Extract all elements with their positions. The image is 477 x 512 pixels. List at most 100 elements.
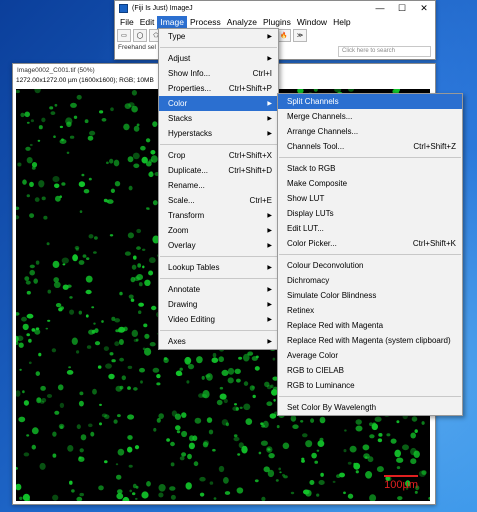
cell-nucleus	[133, 387, 138, 391]
cell-nucleus	[255, 355, 259, 359]
menu-item-colour-deconvolution[interactable]: Colour Deconvolution	[278, 258, 462, 273]
cell-nucleus	[101, 320, 104, 323]
menu-item-duplicate[interactable]: Duplicate... Ctrl+Shift+D	[159, 163, 278, 178]
cell-nucleus	[318, 480, 325, 485]
menu-item-video-editing[interactable]: Video Editing ▶	[159, 312, 278, 327]
search-input[interactable]: Click here to search	[338, 46, 431, 57]
tool-button-11[interactable]: ≫	[293, 29, 307, 42]
menu-item-split-channels[interactable]: Split Channels	[278, 94, 462, 109]
menu-item-make-composite[interactable]: Make Composite	[278, 176, 462, 191]
menu-help[interactable]: Help	[330, 16, 353, 29]
cell-nucleus	[68, 366, 71, 369]
menu-item-set-color-by-wavelength[interactable]: Set Color By Wavelength	[278, 400, 462, 415]
tool-button-1[interactable]: ◯	[133, 29, 147, 42]
cell-nucleus	[347, 493, 354, 499]
minimize-button[interactable]: —	[369, 1, 391, 16]
cell-nucleus	[16, 89, 20, 94]
cell-nucleus	[245, 418, 253, 425]
tool-button-0[interactable]: ▭	[117, 29, 131, 42]
main-titlebar[interactable]: (Fiji Is Just) ImageJ — ☐ ✕	[115, 1, 435, 16]
cell-nucleus	[133, 163, 140, 169]
menu-item-simulate-color-blindness[interactable]: Simulate Color Blindness	[278, 288, 462, 303]
menu-item-hyperstacks[interactable]: Hyperstacks ▶	[159, 126, 278, 141]
menu-item-label: Show Info...	[168, 69, 211, 78]
menu-file[interactable]: File	[117, 16, 137, 29]
menu-item-crop[interactable]: Crop Ctrl+Shift+X	[159, 148, 278, 163]
cell-nucleus	[394, 449, 402, 458]
cell-nucleus	[72, 254, 78, 262]
menu-item-rgb-to-cielab[interactable]: RGB to CIELAB	[278, 363, 462, 378]
menu-item-replace-red-with-magenta[interactable]: Replace Red with Magenta	[278, 318, 462, 333]
cell-nucleus	[156, 418, 161, 423]
image-window-title: Image0002_C001.tif (50%)	[17, 67, 95, 74]
menu-item-show-info[interactable]: Show Info... Ctrl+I	[159, 66, 278, 81]
cell-nucleus	[311, 452, 317, 459]
cell-nucleus	[31, 444, 36, 450]
menu-item-stack-to-rgb[interactable]: Stack to RGB	[278, 161, 462, 176]
cell-nucleus	[143, 323, 148, 328]
menu-item-replace-red-with-magenta-system-clipboard[interactable]: Replace Red with Magenta (system clipboa…	[278, 333, 462, 348]
cell-nucleus	[54, 103, 58, 107]
cell-nucleus	[105, 363, 112, 369]
cell-nucleus	[362, 444, 370, 451]
menu-item-average-color[interactable]: Average Color	[278, 348, 462, 363]
menu-item-type[interactable]: Type ▶	[159, 29, 278, 44]
menu-item-color-picker[interactable]: Color Picker... Ctrl+Shift+K	[278, 236, 462, 251]
menu-item-transform[interactable]: Transform ▶	[159, 208, 278, 223]
menu-item-dichromacy[interactable]: Dichromacy	[278, 273, 462, 288]
cell-nucleus	[205, 374, 211, 378]
menu-item-stacks[interactable]: Stacks ▶	[159, 111, 278, 126]
menu-item-rename[interactable]: Rename...	[159, 178, 278, 193]
menu-item-arrange-channels[interactable]: Arrange Channels...	[278, 124, 462, 139]
menu-item-label: Retinex	[287, 306, 315, 315]
menu-window[interactable]: Window	[294, 16, 330, 29]
submenu-arrow-icon: ▶	[267, 302, 272, 308]
menu-item-display-luts[interactable]: Display LUTs	[278, 206, 462, 221]
menu-item-label: Color Picker...	[287, 239, 337, 248]
menu-item-axes[interactable]: Axes ▶	[159, 334, 278, 349]
menu-item-drawing[interactable]: Drawing ▶	[159, 297, 278, 312]
close-button[interactable]: ✕	[413, 1, 435, 16]
cell-nucleus	[213, 497, 217, 500]
menu-item-retinex[interactable]: Retinex	[278, 303, 462, 318]
menu-item-color[interactable]: Color ▶	[159, 96, 278, 111]
menu-item-annotate[interactable]: Annotate ▶	[159, 282, 278, 297]
menu-item-rgb-to-luminance[interactable]: RGB to Luminance	[278, 378, 462, 393]
cell-nucleus	[104, 460, 108, 464]
menu-item-adjust[interactable]: Adjust ▶	[159, 51, 278, 66]
cell-nucleus	[136, 246, 141, 250]
cell-nucleus	[54, 410, 60, 415]
cell-nucleus	[209, 481, 214, 485]
cell-nucleus	[46, 394, 53, 398]
tool-button-10[interactable]: 🔥	[277, 29, 291, 42]
menu-item-properties[interactable]: Properties... Ctrl+Shift+P	[159, 81, 278, 96]
menu-item-show-lut[interactable]: Show LUT	[278, 191, 462, 206]
menu-item-merge-channels[interactable]: Merge Channels...	[278, 109, 462, 124]
cell-nucleus	[206, 417, 213, 423]
menu-item-channels-tool[interactable]: Channels Tool... Ctrl+Shift+Z	[278, 139, 462, 154]
cell-nucleus	[343, 449, 347, 453]
menu-item-label: Stacks	[168, 114, 193, 123]
cell-nucleus	[25, 280, 31, 285]
cell-nucleus	[163, 357, 169, 363]
menu-item-lookup-tables[interactable]: Lookup Tables ▶	[159, 260, 278, 275]
menu-item-scale[interactable]: Scale... Ctrl+E	[159, 193, 278, 208]
cell-nucleus	[31, 427, 39, 435]
cell-nucleus	[34, 89, 41, 94]
menu-item-edit-lut[interactable]: Edit LUT...	[278, 221, 462, 236]
cell-nucleus	[166, 438, 171, 442]
cell-nucleus	[127, 365, 133, 369]
cell-nucleus	[192, 435, 198, 442]
cell-nucleus	[82, 254, 87, 258]
cell-nucleus	[127, 435, 133, 440]
menu-item-shortcut: Ctrl+Shift+X	[228, 151, 272, 160]
menu-edit[interactable]: Edit	[137, 16, 158, 29]
menu-item-overlay[interactable]: Overlay ▶	[159, 238, 278, 253]
cell-nucleus	[22, 323, 29, 331]
menu-item-zoom[interactable]: Zoom ▶	[159, 223, 278, 238]
cell-nucleus	[218, 465, 225, 473]
cell-nucleus	[26, 194, 30, 198]
maximize-button[interactable]: ☐	[391, 1, 413, 16]
cell-nucleus	[52, 431, 57, 437]
menu-item-label: RGB to CIELAB	[287, 366, 344, 375]
